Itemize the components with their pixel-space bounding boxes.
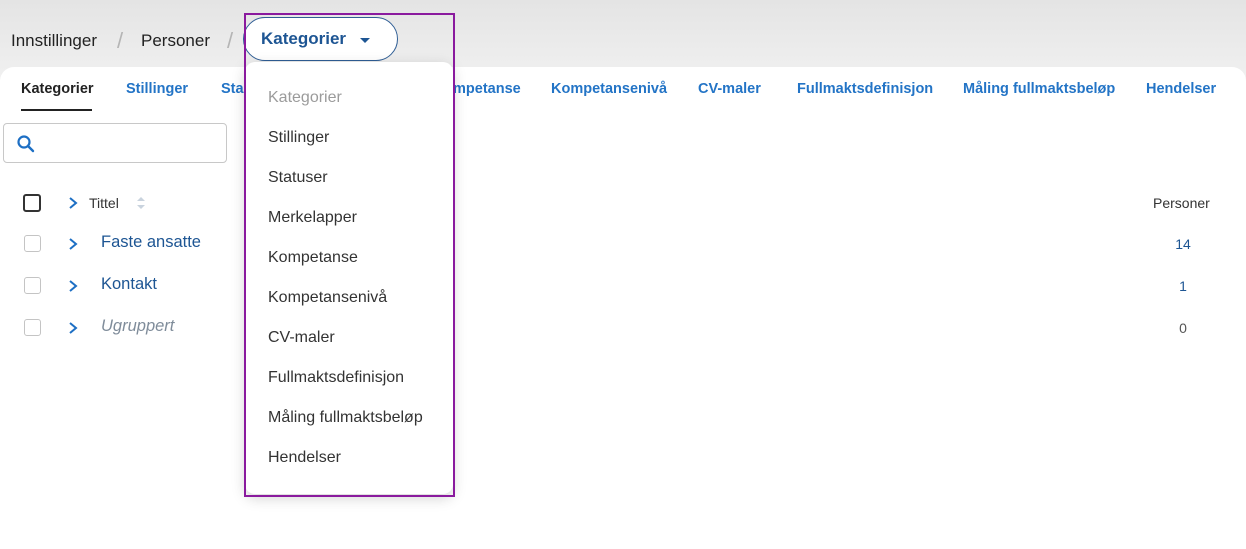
dropdown-item-kategorier: Kategorier xyxy=(268,89,342,106)
column-header-persons: Personer xyxy=(1153,195,1210,211)
chevron-right-icon[interactable] xyxy=(67,237,79,251)
row-title-link[interactable]: Faste ansatte xyxy=(101,233,201,252)
search-icon xyxy=(17,135,35,153)
dropdown-item-hendelser[interactable]: Hendelser xyxy=(268,449,341,467)
dropdown-item-maling-fullmaktsbelop[interactable]: Måling fullmaktsbeløp xyxy=(268,409,423,427)
breadcrumb-personer[interactable]: Personer xyxy=(141,31,210,51)
tab-statuser[interactable]: Sta xyxy=(221,81,244,97)
expand-all-chevron-icon[interactable] xyxy=(67,196,79,210)
dropdown-item-stillinger[interactable]: Stillinger xyxy=(268,129,329,147)
breadcrumb-separator: / xyxy=(117,28,124,53)
column-header-title[interactable]: Tittel xyxy=(89,195,119,211)
tab-hendelser[interactable]: Hendelser xyxy=(1146,81,1216,97)
dropdown-item-kompetanse[interactable]: Kompetanse xyxy=(268,249,358,267)
category-dropdown-label: Kategorier xyxy=(261,29,347,48)
sort-icon[interactable] xyxy=(136,196,146,210)
caret-down-icon xyxy=(360,37,371,43)
tab-maling-fullmaktsbelop[interactable]: Måling fullmaktsbeløp xyxy=(963,81,1115,97)
row-checkbox[interactable] xyxy=(24,277,41,294)
row-checkbox[interactable] xyxy=(24,319,41,336)
category-dropdown-button[interactable]: Kategorier xyxy=(243,17,398,61)
tab-fullmaktsdefinisjon[interactable]: Fullmaktsdefinisjon xyxy=(797,81,933,97)
active-tab-indicator xyxy=(21,109,92,111)
row-checkbox[interactable] xyxy=(24,235,41,252)
breadcrumb-innstillinger[interactable]: Innstillinger xyxy=(11,31,97,51)
dropdown-item-statuser[interactable]: Statuser xyxy=(268,169,328,187)
row-title-link[interactable]: Kontakt xyxy=(101,275,157,294)
dropdown-item-fullmaktsdefinisjon[interactable]: Fullmaktsdefinisjon xyxy=(268,369,404,387)
dropdown-item-cv-maler[interactable]: CV-maler xyxy=(268,329,335,347)
row-person-count: 0 xyxy=(1179,320,1187,336)
tab-kompetanse[interactable]: mpetanse xyxy=(453,81,521,97)
chevron-right-icon[interactable] xyxy=(67,279,79,293)
tab-cv-maler[interactable]: CV-maler xyxy=(698,81,761,97)
row-person-count[interactable]: 14 xyxy=(1173,236,1193,252)
breadcrumb-separator: / xyxy=(227,28,234,53)
dropdown-item-kompetanseniva[interactable]: Kompetansenivå xyxy=(268,289,387,307)
category-dropdown-menu: Kategorier Stillinger Statuser Merkelapp… xyxy=(245,62,453,494)
row-person-count[interactable]: 1 xyxy=(1173,278,1193,294)
tab-kompetanseniva[interactable]: Kompetansenivå xyxy=(551,81,667,97)
tab-kategorier[interactable]: Kategorier xyxy=(21,81,94,97)
row-title-link[interactable]: Ugruppert xyxy=(101,317,174,336)
tab-stillinger[interactable]: Stillinger xyxy=(126,81,188,97)
search-input[interactable] xyxy=(3,123,227,163)
dropdown-item-merkelapper[interactable]: Merkelapper xyxy=(268,209,357,227)
chevron-right-icon[interactable] xyxy=(67,321,79,335)
main-panel: Kategorier Stillinger Sta mpetanse Kompe… xyxy=(0,67,1246,549)
select-all-checkbox[interactable] xyxy=(23,194,41,212)
